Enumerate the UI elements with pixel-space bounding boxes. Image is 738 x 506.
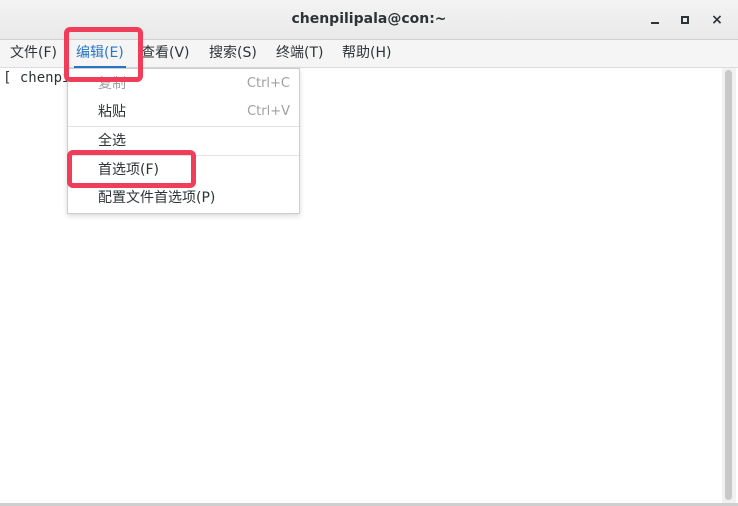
menu-item-profile-preferences[interactable]: 配置文件首选项(P) — [68, 184, 299, 212]
maximize-icon — [681, 16, 689, 24]
menu-item-label: 配置文件首选项(P) — [98, 190, 216, 206]
menu-view[interactable]: 查看(V) — [139, 40, 192, 68]
menu-item-shortcut: Ctrl+C — [246, 76, 290, 91]
menu-search[interactable]: 搜索(S) — [207, 40, 259, 68]
close-icon: × — [711, 12, 723, 28]
menu-terminal[interactable]: 终端(T) — [274, 40, 325, 68]
minimize-icon — [651, 22, 659, 24]
terminal-window: chenpilipala@con:~ × 文件(F) 编辑(E) 查看(V) 搜… — [0, 0, 738, 506]
edit-menu-dropdown: 复制 Ctrl+C 粘贴 Ctrl+V 全选 首选项(F) 配置文件首选项(P) — [67, 68, 300, 214]
menu-item-shortcut: Ctrl+V — [247, 104, 290, 119]
scrollbar-thumb[interactable] — [725, 70, 732, 500]
menu-item-paste[interactable]: 粘贴 Ctrl+V — [68, 98, 299, 126]
close-button[interactable]: × — [707, 10, 727, 30]
terminal-prompt: [ chenpi — [3, 70, 71, 86]
window-title: chenpilipala@con:~ — [291, 11, 447, 27]
menu-item-label: 粘贴 — [98, 104, 126, 120]
maximize-button[interactable] — [675, 10, 695, 30]
scrollbar[interactable] — [722, 68, 736, 504]
highlight-edit-menu — [64, 27, 143, 82]
menu-file[interactable]: 文件(F) — [8, 40, 59, 68]
menu-help[interactable]: 帮助(H) — [340, 40, 393, 68]
minimize-button[interactable] — [645, 10, 665, 30]
highlight-preferences — [67, 150, 196, 188]
